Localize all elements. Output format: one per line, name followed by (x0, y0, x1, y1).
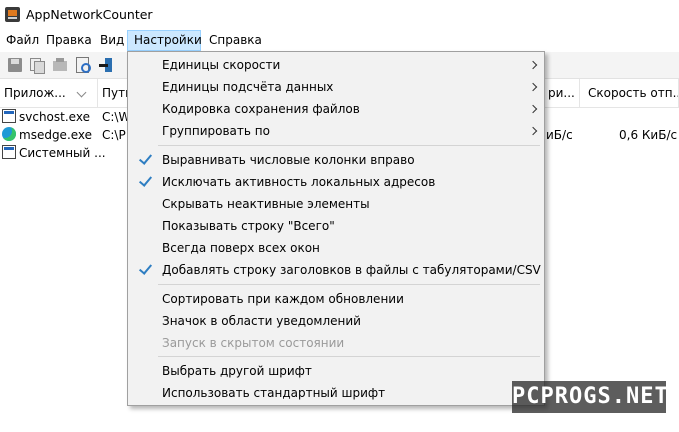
app-icon (5, 7, 20, 22)
menu-item-label: Выравнивать числовые колонки вправо (162, 153, 415, 167)
menu-item-csv-header[interactable]: Добавлять строку заголовков в файлы с та… (130, 259, 542, 281)
column-header-send-speed[interactable]: Скорость отп... (580, 79, 679, 107)
menu-separator (158, 145, 540, 146)
app-name: Системный ... (19, 146, 106, 160)
save-icon[interactable] (7, 57, 23, 73)
sort-arrow-icon (76, 87, 87, 98)
column-header-path[interactable]: Путь (98, 79, 130, 107)
column-header-app[interactable]: Прилож... (0, 79, 98, 107)
menu-item-label: Использовать стандартный шрифт (162, 386, 386, 400)
menu-item-data-units[interactable]: Единицы подсчёта данных (130, 76, 542, 98)
menu-item-label: Выбрать другой шрифт (162, 364, 312, 378)
menu-item-default-font[interactable]: Использовать стандартный шрифт (130, 382, 542, 404)
app-path: C:\P (102, 128, 126, 142)
menu-item-tray-icon[interactable]: Значок в области уведомлений (130, 310, 542, 332)
menu-item-hide-inactive[interactable]: Скрывать неактивные элементы (130, 193, 542, 215)
title-bar: AppNetworkCounter (0, 0, 679, 30)
submenu-arrow-icon (528, 126, 538, 136)
find-icon[interactable] (75, 57, 91, 73)
column-header-receive-speed[interactable]: ри... (544, 79, 580, 107)
menu-item-show-total[interactable]: Показывать строку "Всего" (130, 215, 542, 237)
menu-settings[interactable]: Настройки (127, 30, 202, 51)
window-title: AppNetworkCounter (26, 7, 153, 22)
menu-item-sort-on-update[interactable]: Сортировать при каждом обновлении (130, 288, 542, 310)
menu-item-label: Кодировка сохранения файлов (162, 102, 360, 116)
menu-item-label: Исключать активность локальных адресов (162, 175, 436, 189)
menu-separator (158, 356, 540, 357)
checkmark-icon (138, 173, 153, 187)
menu-item-label: Группировать по (162, 124, 270, 138)
menu-item-exclude-local[interactable]: Исключать активность локальных адресов (130, 171, 542, 193)
column-header-app-label: Прилож... (4, 86, 66, 100)
menu-item-label: Показывать строку "Всего" (162, 219, 335, 233)
properties-icon[interactable] (52, 57, 68, 73)
menu-item-label: Добавлять строку заголовков в файлы с та… (162, 263, 541, 277)
menu-item-label: Всегда поверх всех окон (162, 241, 320, 255)
copy-icon[interactable] (29, 57, 45, 74)
settings-dropdown-menu: Единицы скорости Единицы подсчёта данных… (127, 51, 545, 406)
menu-item-choose-font[interactable]: Выбрать другой шрифт (130, 360, 542, 382)
menu-item-label: Скрывать неактивные элементы (162, 197, 370, 211)
app-name: msedge.exe (19, 128, 93, 142)
menu-bar: Файл Правка Вид Настройки Справка (0, 30, 679, 51)
menu-item-start-hidden: Запуск в скрытом состоянии (130, 332, 542, 354)
menu-view[interactable]: Вид (94, 30, 130, 51)
menu-edit[interactable]: Правка (40, 30, 98, 51)
menu-file[interactable]: Файл (0, 30, 45, 51)
menu-item-label: Единицы скорости (162, 58, 281, 72)
menu-item-file-encoding[interactable]: Кодировка сохранения файлов (130, 98, 542, 120)
menu-item-label: Значок в области уведомлений (162, 314, 361, 328)
submenu-arrow-icon (528, 82, 538, 92)
menu-separator (158, 284, 540, 285)
submenu-arrow-icon (528, 104, 538, 114)
send-speed: 0,6 КиБ/с (619, 128, 678, 142)
process-icon (2, 109, 16, 123)
watermark: PCPROGS.NET (512, 381, 668, 413)
menu-item-group-by[interactable]: Группировать по (130, 120, 542, 142)
menu-item-label: Единицы подсчёта данных (162, 80, 334, 94)
menu-item-label: Сортировать при каждом обновлении (162, 292, 404, 306)
exit-icon[interactable] (98, 57, 114, 73)
process-icon (2, 145, 16, 159)
checkmark-icon (138, 151, 153, 165)
menu-item-always-on-top[interactable]: Всегда поверх всех окон (130, 237, 542, 259)
app-name: svchost.exe (19, 110, 90, 124)
edge-icon (2, 127, 16, 141)
menu-help[interactable]: Справка (203, 30, 268, 51)
menu-item-speed-units[interactable]: Единицы скорости (130, 54, 542, 76)
menu-item-label: Запуск в скрытом состоянии (162, 336, 345, 350)
checkmark-icon (138, 261, 153, 275)
submenu-arrow-icon (528, 60, 538, 70)
menu-item-align-right[interactable]: Выравнивать числовые колонки вправо (130, 149, 542, 171)
receive-speed: иБ/с (546, 128, 573, 142)
